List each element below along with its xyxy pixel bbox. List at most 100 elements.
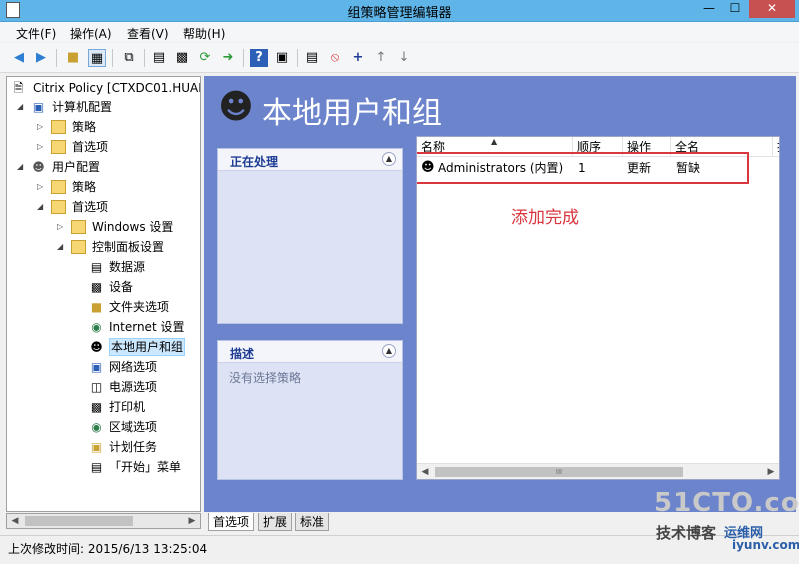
folder-options-icon: ■ <box>90 300 103 314</box>
move-up-icon[interactable]: ↑ <box>372 49 390 67</box>
move-down-icon[interactable]: ↓ <box>395 49 413 67</box>
collapse-icon[interactable]: ▲ <box>382 152 396 166</box>
help-icon[interactable]: ? <box>250 49 268 67</box>
expand-arrow-icon[interactable]: ◢ <box>57 238 67 256</box>
globe-icon: ◉ <box>91 320 102 334</box>
toolbar-separator <box>297 49 298 67</box>
menu-file[interactable]: 文件(F) <box>16 25 56 42</box>
print-icon[interactable]: ▩ <box>173 49 191 67</box>
tab-standard[interactable]: 标准 <box>295 513 330 531</box>
new-item-icon[interactable]: ▤ <box>303 49 321 67</box>
tree-label: 用户配置 <box>52 160 101 174</box>
tree-label: 策略 <box>72 180 97 194</box>
scroll-thumb[interactable]: III <box>435 467 683 477</box>
maximize-button[interactable]: ☐ <box>723 0 747 18</box>
policy-doc-icon: 🗎 <box>13 81 24 95</box>
scroll-left-icon[interactable]: ◀ <box>7 514 23 528</box>
tree-horizontal-scrollbar[interactable]: ◀ ▶ <box>6 513 201 529</box>
up-folder-icon[interactable]: ■ <box>64 49 82 67</box>
toolbar-separator <box>112 49 113 67</box>
content-pane: ☻ 本地用户和组 正在处理 ▲ 描述 ▲ 没有选择策略 名称 ▲ 顺序 操作 全… <box>204 76 796 512</box>
copy-icon[interactable]: ⧉ <box>120 49 138 67</box>
toolbar-separator <box>243 49 244 67</box>
description-panel: 描述 ▲ 没有选择策略 <box>217 340 403 480</box>
show-tree-icon[interactable]: ▦ <box>88 49 106 67</box>
scheduled-task-icon: ▣ <box>90 440 103 454</box>
properties-icon[interactable]: ▤ <box>150 49 168 67</box>
description-panel-title: 描述 <box>230 347 255 361</box>
tab-preferences[interactable]: 首选项 <box>208 513 255 531</box>
tree-label: 电源选项 <box>109 380 158 394</box>
tree-label: 控制面板设置 <box>92 240 165 254</box>
tree-label: 设备 <box>109 280 134 294</box>
users-groups-icon: ☻ <box>218 87 254 127</box>
tree-label: 首选项 <box>72 140 109 154</box>
folder-icon <box>71 220 86 234</box>
stop-icon[interactable]: ⦸ <box>326 49 344 67</box>
users-groups-icon: ☻ <box>90 340 103 354</box>
add-icon[interactable]: + <box>349 49 367 67</box>
description-text: 没有选择策略 <box>229 371 302 385</box>
tree-label: 计算机配置 <box>52 100 113 114</box>
device-icon: ▩ <box>90 280 103 294</box>
expand-arrow-icon[interactable]: ◢ <box>17 158 27 176</box>
scroll-left-icon[interactable]: ◀ <box>417 464 433 479</box>
watermark-brand: 51CTO.com <box>654 488 799 518</box>
watermark-line1: 技术博客 <box>656 524 717 542</box>
watermark-line3: iyunv.com <box>732 538 799 552</box>
forward-icon[interactable]: ▶ <box>32 49 50 67</box>
tree-label: 本地用户和组 <box>109 338 186 356</box>
data-source-icon: ▤ <box>90 260 103 274</box>
tree-label: 区域选项 <box>109 420 158 434</box>
sort-up-icon: ▲ <box>491 137 498 146</box>
tree-label: 策略 <box>72 120 97 134</box>
list-horizontal-scrollbar[interactable]: ◀ III ▶ <box>417 463 779 479</box>
tree-label: 文件夹选项 <box>109 300 170 314</box>
tab-extended[interactable]: 扩展 <box>258 513 293 531</box>
collapse-arrow-icon[interactable]: ▷ <box>37 178 47 196</box>
back-icon[interactable]: ◀ <box>10 49 28 67</box>
minimize-button[interactable]: — <box>697 0 721 18</box>
export-icon[interactable]: ➜ <box>219 49 237 67</box>
menu-view[interactable]: 查看(V) <box>127 25 169 42</box>
power-icon: ◫ <box>90 380 103 394</box>
collapse-arrow-icon[interactable]: ▷ <box>37 138 47 156</box>
scroll-right-icon[interactable]: ▶ <box>763 464 779 479</box>
toolbar-separator <box>144 49 145 67</box>
expand-arrow-icon[interactable]: ◢ <box>37 198 47 216</box>
menu-help[interactable]: 帮助(H) <box>183 25 225 42</box>
computer-icon: ▣ <box>32 100 45 114</box>
close-button[interactable]: ✕ <box>749 0 795 18</box>
tree-label: 首选项 <box>72 200 109 214</box>
menu-action[interactable]: 操作(A) <box>70 25 112 42</box>
column-description[interactable]: 描 <box>773 137 779 157</box>
collapse-arrow-icon[interactable]: ▷ <box>37 118 47 136</box>
tree-root-label: Citrix Policy [CTXDC01.HUAN <box>33 81 201 95</box>
tree-label: 打印机 <box>109 400 146 414</box>
network-icon: ▣ <box>90 360 103 374</box>
folder-icon <box>51 120 66 134</box>
processing-panel-title: 正在处理 <box>230 155 279 169</box>
collapse-arrow-icon[interactable]: ▷ <box>57 218 67 236</box>
folder-icon <box>51 200 66 214</box>
refresh-icon[interactable]: ⟳ <box>196 49 214 67</box>
scroll-right-icon[interactable]: ▶ <box>184 514 200 528</box>
console-icon[interactable]: ▣ <box>273 49 291 67</box>
folder-icon <box>51 180 66 194</box>
expand-arrow-icon[interactable]: ◢ <box>17 98 27 116</box>
tree-label: 数据源 <box>109 260 146 274</box>
start-menu-icon: ▤ <box>90 460 103 474</box>
title-bar: 组策略管理编辑器 — ☐ ✕ <box>0 0 799 22</box>
globe-icon: ◉ <box>91 420 102 434</box>
tree-label: Windows 设置 <box>92 220 174 234</box>
tree-label: 计划任务 <box>109 440 158 454</box>
items-list: 名称 ▲ 顺序 操作 全名 描 ☻ Administrators (内置) 1 … <box>416 136 780 480</box>
tree-label: 「开始」菜单 <box>109 460 182 474</box>
annotation-text: 添加完成 <box>511 208 579 228</box>
tree-label: 网络选项 <box>109 360 158 374</box>
collapse-icon[interactable]: ▲ <box>382 344 396 358</box>
printer-icon: ▩ <box>90 400 103 414</box>
toolbar: ◀ ▶ ■ ▦ ⧉ ▤ ▩ ⟳ ➜ ? ▣ ▤ ⦸ + ↑ ↓ <box>0 43 799 73</box>
page-title: 本地用户和组 <box>262 96 442 131</box>
scroll-thumb[interactable] <box>25 516 133 526</box>
